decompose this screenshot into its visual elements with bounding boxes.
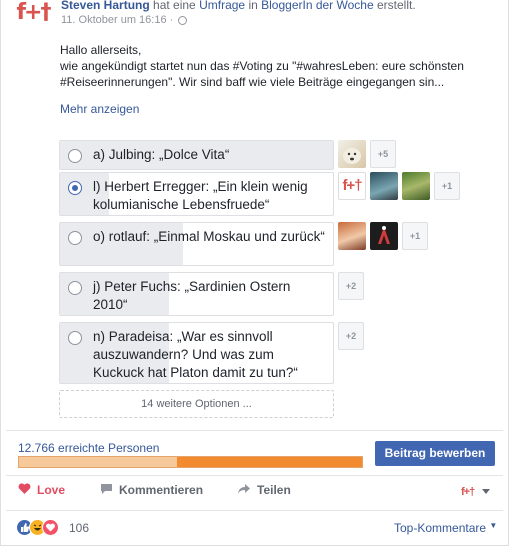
- voter-avatar[interactable]: [338, 140, 366, 168]
- globe-icon: [178, 15, 188, 25]
- body-line-1: Hallo allerseits,: [60, 43, 142, 57]
- post-card: f+† Steven Hartung hat eine Umfrage in B…: [0, 0, 509, 546]
- reach-label[interactable]: 12.766 erreichte Personen: [18, 441, 159, 455]
- share-label: Teilen: [257, 483, 291, 497]
- comment-sort-label: Top-Kommentare: [394, 521, 487, 535]
- header-text-1: hat eine: [153, 0, 196, 12]
- body-line-2: wie angekündigt startet nun das #Voting …: [60, 59, 464, 89]
- divider: [6, 510, 503, 511]
- more-voters-badge[interactable]: +5: [370, 140, 396, 168]
- poll-option[interactable]: a) Julbing: „Dolce Vita“: [59, 140, 334, 170]
- reach-progress-fill: [176, 457, 362, 467]
- timestamp[interactable]: 11. Oktober um 16:16 ·: [61, 14, 173, 26]
- heart-icon: [18, 483, 31, 498]
- voter-avatar[interactable]: f+†: [338, 172, 366, 200]
- poll-link[interactable]: Umfrage: [199, 0, 245, 12]
- reach-progress-bar: [18, 456, 363, 468]
- see-more-link[interactable]: Mehr anzeigen: [60, 102, 139, 116]
- page-switcher-icon[interactable]: f+†: [461, 486, 475, 498]
- post-meta: 11. Oktober um 16:16 ·: [61, 14, 188, 26]
- love-reaction-icon: [42, 519, 59, 536]
- comment-label: Kommentieren: [119, 483, 204, 497]
- poll-option-label: n) Paradeisa: „War es sinnvoll auszuwand…: [93, 329, 298, 380]
- love-button[interactable]: Love: [18, 483, 65, 498]
- love-label: Love: [37, 483, 66, 497]
- radio-button[interactable]: [68, 231, 82, 245]
- voter-avatar[interactable]: [402, 172, 430, 200]
- more-voters-badge[interactable]: +1: [434, 172, 460, 200]
- poll-option[interactable]: o) rotlauf: „Einmal Moskau und zurück“: [59, 222, 334, 266]
- divider: [6, 475, 503, 476]
- group-link[interactable]: BloggerIn der Woche: [261, 0, 374, 12]
- comment-button[interactable]: Kommentieren: [100, 483, 203, 498]
- voter-avatar[interactable]: [370, 222, 398, 250]
- post-body: Hallo allerseits, wie angekündigt starte…: [60, 42, 500, 90]
- share-button[interactable]: Teilen: [237, 483, 291, 498]
- comment-sort-dropdown[interactable]: Top-Kommentare ▼: [394, 521, 497, 535]
- divider: [6, 430, 503, 431]
- radio-button[interactable]: [68, 149, 82, 163]
- comment-icon: [100, 483, 113, 498]
- header-text-2: in: [248, 0, 258, 12]
- poll-option[interactable]: j) Peter Fuchs: „Sardinien Ostern 2010“: [59, 272, 334, 316]
- poll-option-label: j) Peter Fuchs: „Sardinien Ostern 2010“: [93, 279, 291, 312]
- more-voters-badge[interactable]: +1: [402, 222, 428, 250]
- more-options-button[interactable]: 14 weitere Optionen ...: [59, 390, 334, 418]
- voter-avatar[interactable]: [338, 222, 366, 250]
- figure-icon: [378, 226, 390, 244]
- poll-option-label: o) rotlauf: „Einmal Moskau und zurück“: [93, 229, 325, 244]
- radio-button-selected[interactable]: [68, 181, 82, 195]
- chevron-down-icon[interactable]: [482, 489, 490, 494]
- voter-avatar[interactable]: [370, 172, 398, 200]
- chevron-down-icon: ▼: [489, 521, 498, 530]
- poll-option-label: l) Herbert Erregger: „Ein klein wenig ko…: [93, 179, 308, 212]
- radio-button[interactable]: [68, 331, 82, 345]
- post-header: Steven Hartung hat eine Umfrage in Blogg…: [61, 0, 416, 12]
- dog-icon: [343, 148, 361, 164]
- radio-button[interactable]: [68, 281, 82, 295]
- reaction-count[interactable]: 106: [69, 521, 89, 535]
- poll-option[interactable]: n) Paradeisa: „War es sinnvoll auszuwand…: [59, 322, 334, 384]
- author-link[interactable]: Steven Hartung: [61, 0, 150, 12]
- poll-option[interactable]: l) Herbert Erregger: „Ein klein wenig ko…: [59, 172, 334, 216]
- more-voters-badge[interactable]: +2: [338, 272, 364, 300]
- header-text-3: erstellt.: [376, 0, 416, 12]
- author-avatar[interactable]: f+†: [15, 0, 51, 28]
- share-icon: [237, 483, 251, 498]
- more-voters-badge[interactable]: +2: [338, 322, 364, 350]
- promote-post-button[interactable]: Beitrag bewerben: [375, 441, 495, 466]
- poll-option-label: a) Julbing: „Dolce Vita“: [93, 147, 230, 162]
